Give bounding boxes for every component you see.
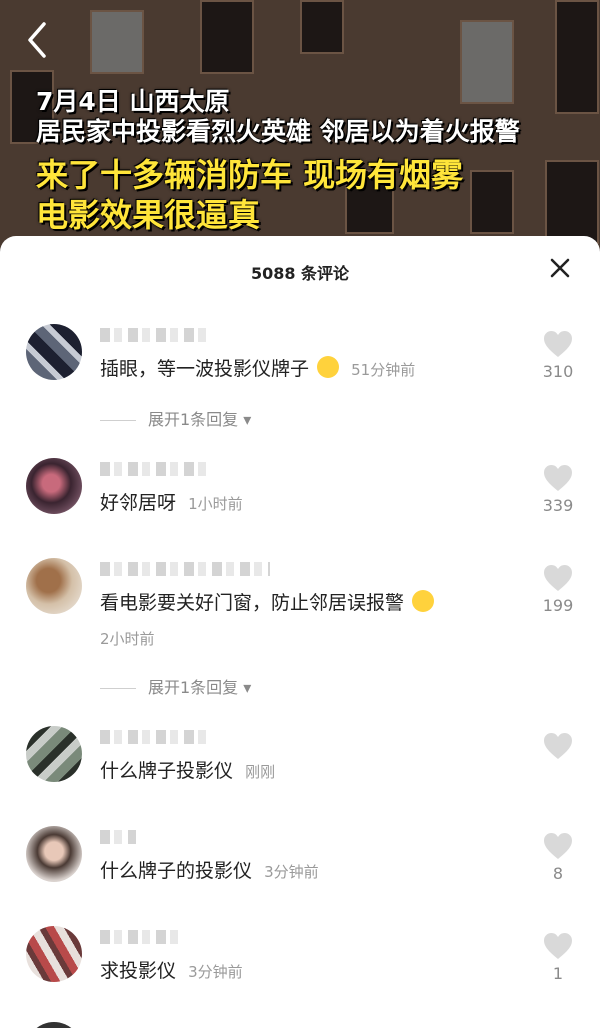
- like-button[interactable]: 1: [538, 932, 578, 983]
- like-count: 1: [552, 964, 564, 983]
- expand-replies[interactable]: 展开1条回复 ▾: [100, 674, 251, 698]
- comment-item[interactable]: 看电影要关好门窗，防止邻居误报警 2小时前 199 展开1条回复 ▾: [0, 558, 600, 698]
- heart-icon: [544, 933, 572, 959]
- username-blurred[interactable]: [100, 730, 210, 744]
- comment-text: 求投影仪 3分钟前: [100, 956, 243, 983]
- comment-item[interactable]: 求投影仪 3分钟前 1: [0, 926, 600, 1006]
- comment-time: 2小时前: [100, 630, 155, 648]
- avatar[interactable]: [26, 558, 82, 614]
- comment-text: 插眼，等一波投影仪牌子 51分钟前: [100, 354, 415, 381]
- heart-icon: [544, 331, 572, 357]
- username-blurred[interactable]: [100, 930, 180, 944]
- comment-body: 求投影仪: [100, 960, 177, 982]
- expand-replies-label: 展开1条回复: [148, 410, 239, 429]
- comment-body: 看电影要关好门窗，防止邻居误报警: [100, 592, 405, 614]
- like-button[interactable]: [538, 732, 578, 764]
- heart-icon: [544, 465, 572, 491]
- like-count: 310: [542, 362, 574, 381]
- comment-sheet: 5088 条评论 插眼，等一波投影仪牌子 51分钟前 310 展开1条回复 ▾: [0, 236, 600, 1028]
- comment-item[interactable]: 插眼，等一波投影仪牌子 51分钟前 310 展开1条回复 ▾: [0, 324, 600, 434]
- username-blurred[interactable]: [100, 830, 136, 844]
- comment-time: 刚刚: [245, 763, 276, 781]
- heart-icon: [544, 733, 572, 759]
- caption-line-4: 电影效果很逼真: [36, 196, 261, 234]
- grinning-face-icon: [412, 590, 435, 612]
- comment-body: 好邻居呀: [100, 492, 177, 514]
- close-button[interactable]: [546, 254, 574, 282]
- avatar[interactable]: [26, 926, 82, 982]
- expand-replies-label: 展开1条回复: [148, 678, 239, 697]
- comment-text: 什么牌子投影仪 刚刚: [100, 756, 275, 783]
- pleading-face-icon: [317, 356, 340, 378]
- comment-item[interactable]: 什么牌子投影仪 刚刚: [0, 726, 600, 806]
- avatar[interactable]: [26, 324, 82, 380]
- sheet-header: 5088 条评论: [0, 236, 600, 302]
- avatar[interactable]: [26, 826, 82, 882]
- like-button[interactable]: 310: [538, 330, 578, 381]
- avatar[interactable]: [26, 458, 82, 514]
- caption-line-2: 居民家中投影看烈火英雄 邻居以为着火报警: [36, 117, 520, 146]
- comment-time: 3分钟前: [264, 863, 319, 881]
- close-icon: [550, 258, 570, 278]
- comment-body: 什么牌子投影仪: [100, 760, 234, 782]
- like-button[interactable]: 339: [538, 464, 578, 515]
- heart-icon: [544, 833, 572, 859]
- like-count: 8: [552, 864, 564, 883]
- comment-body: 什么牌子的投影仪: [100, 860, 253, 882]
- username-blurred[interactable]: [100, 462, 210, 476]
- username-blurred[interactable]: [100, 562, 270, 576]
- comment-time: 1小时前: [188, 495, 243, 513]
- comment-item[interactable]: 好邻居呀 1小时前 339: [0, 458, 600, 538]
- comment-time: 3分钟前: [188, 963, 243, 981]
- comment-item[interactable]: 什么牌子的投影仪 3分钟前 8: [0, 826, 600, 906]
- chevron-left-icon: [28, 22, 46, 58]
- avatar[interactable]: [26, 726, 82, 782]
- like-count: 339: [542, 496, 574, 515]
- heart-icon: [544, 565, 572, 591]
- back-button[interactable]: [22, 20, 62, 60]
- comment-count-title: 5088 条评论: [250, 264, 350, 283]
- video-background: 7月4日 山西太原 居民家中投影看烈火英雄 邻居以为着火报警 来了十多辆消防车 …: [0, 0, 600, 250]
- username-blurred[interactable]: [100, 328, 210, 342]
- comment-time: 51分钟前: [351, 361, 416, 379]
- comment-body: 插眼，等一波投影仪牌子: [100, 358, 310, 380]
- comment-text: 什么牌子的投影仪 3分钟前: [100, 856, 319, 883]
- like-count: 199: [542, 596, 574, 615]
- like-button[interactable]: 199: [538, 564, 578, 615]
- avatar[interactable]: [26, 1022, 82, 1028]
- comment-text: 好邻居呀 1小时前: [100, 488, 243, 515]
- comment-text: 看电影要关好门窗，防止邻居误报警: [100, 588, 435, 615]
- expand-replies[interactable]: 展开1条回复 ▾: [100, 406, 251, 430]
- like-button[interactable]: 8: [538, 832, 578, 883]
